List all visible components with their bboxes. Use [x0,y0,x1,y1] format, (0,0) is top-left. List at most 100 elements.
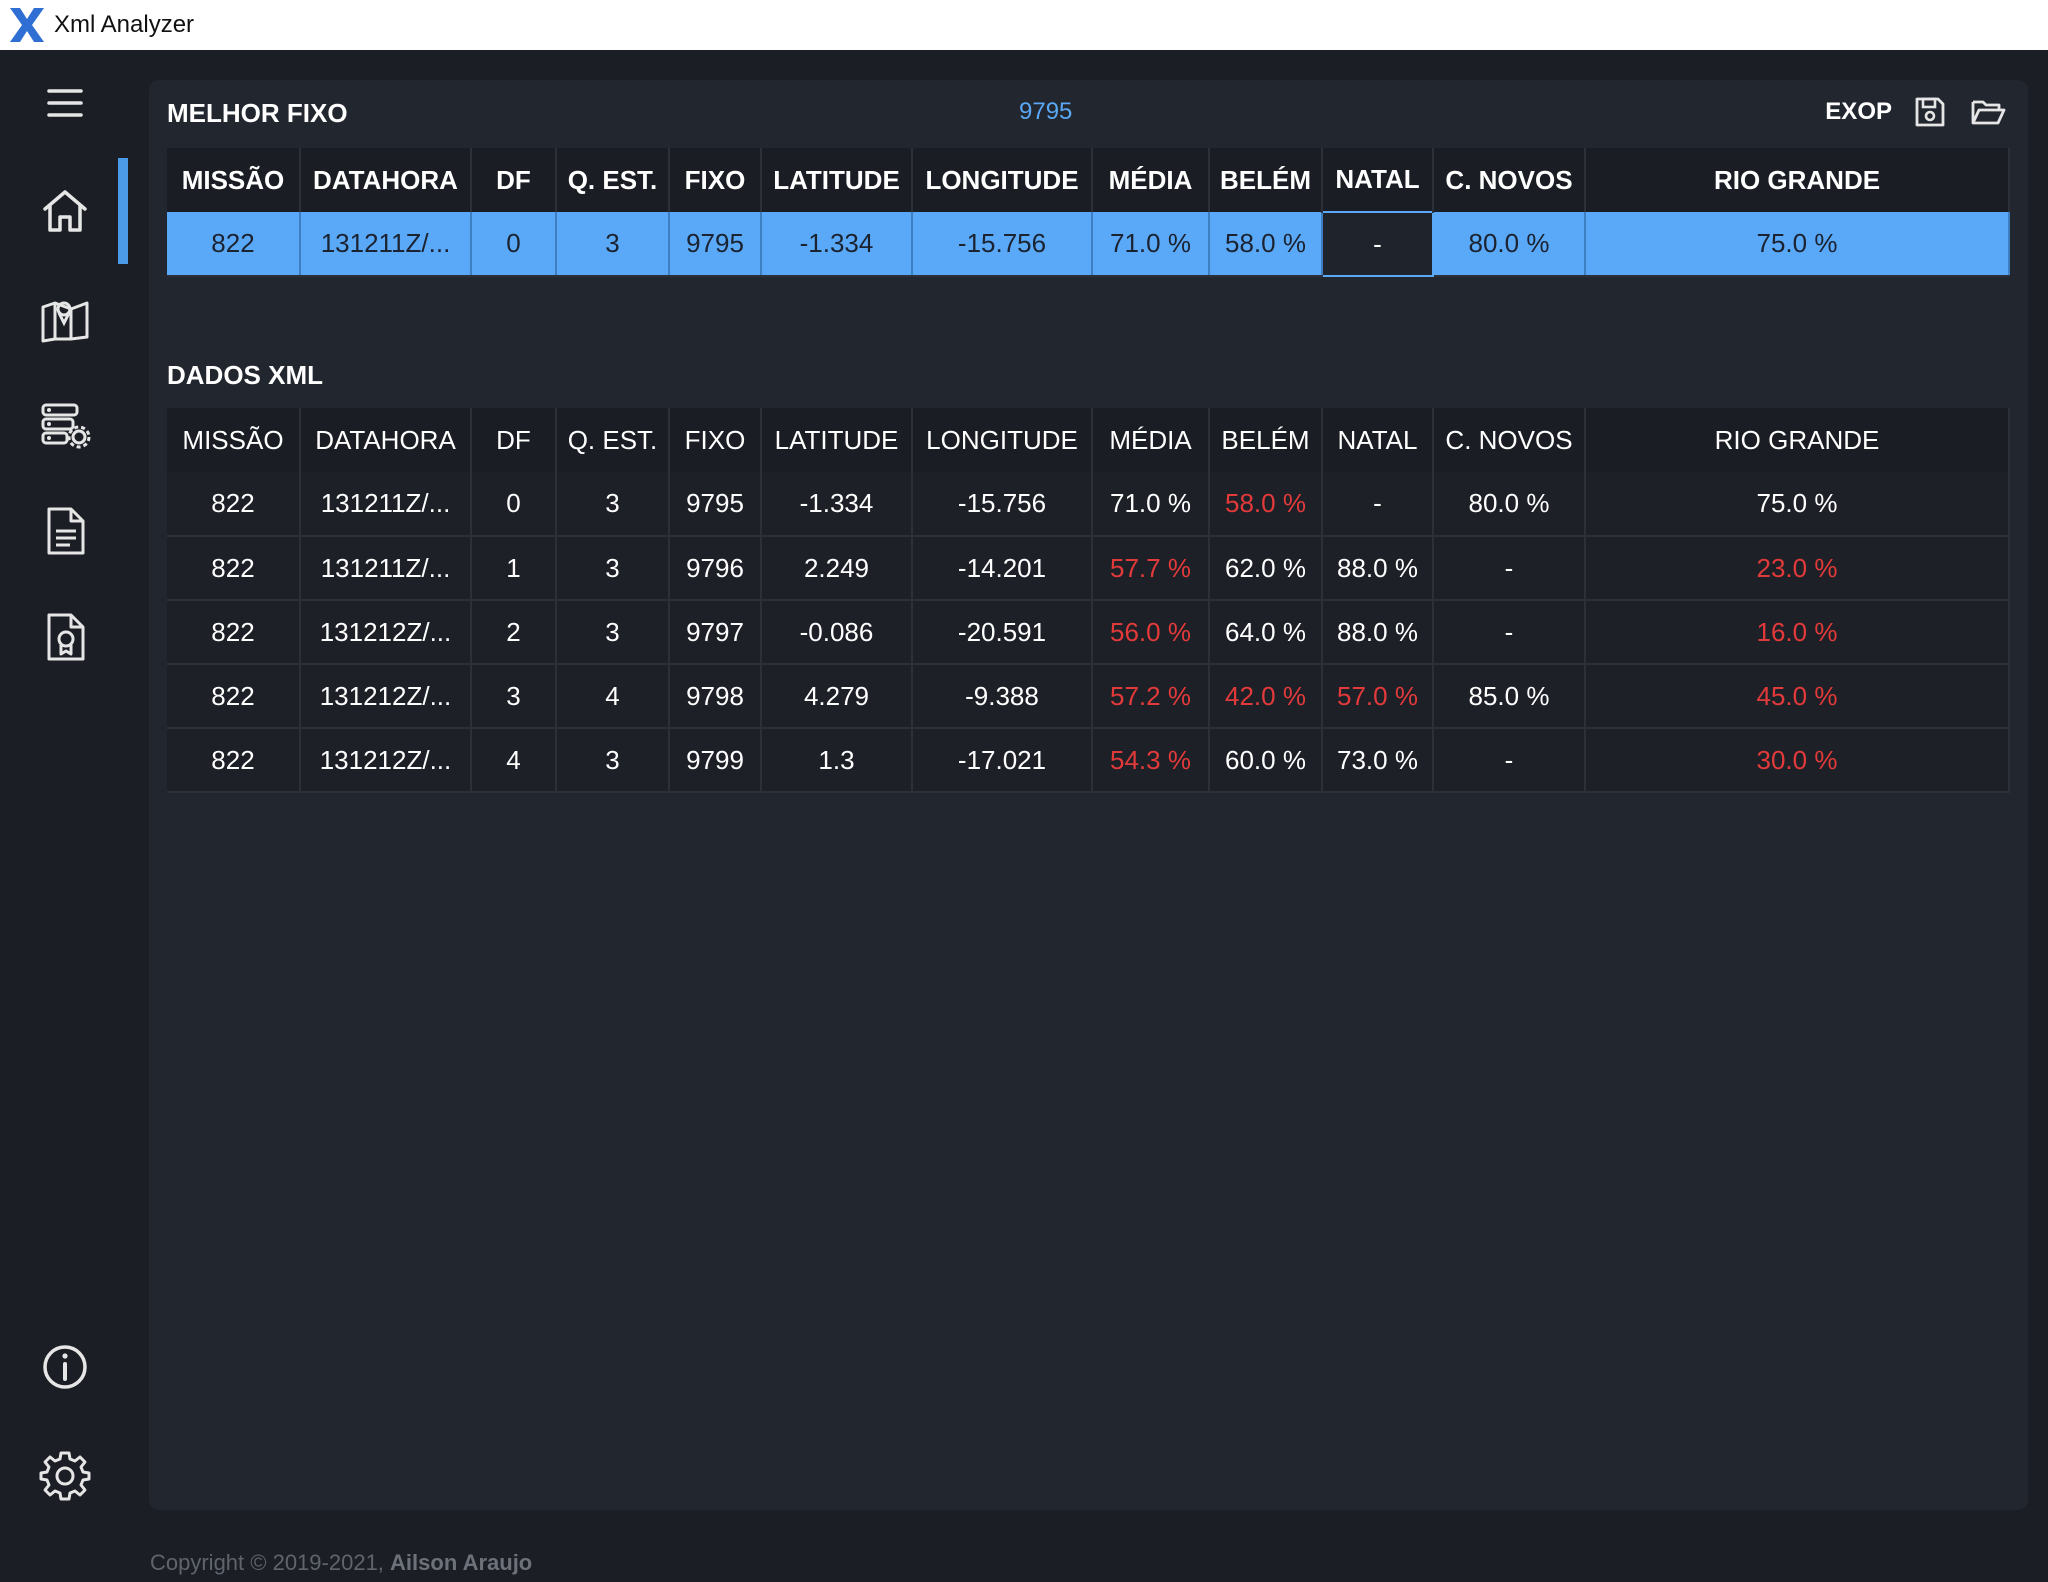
cell[interactable]: 60.0 % [1209,728,1323,793]
cell[interactable]: -1.334 [761,472,913,537]
cell[interactable]: 75.0 % [1585,212,2010,277]
col-header[interactable]: LONGITUDE [912,408,1093,472]
nav-document[interactable] [0,486,129,576]
cell[interactable]: 9798 [669,664,762,729]
best-fix-row[interactable]: 822 131211Z/... 0 3 9795 -1.334 -15.756 … [167,211,2010,277]
nav-settings[interactable] [0,1430,129,1520]
cell[interactable]: 54.3 % [1092,728,1210,793]
nav-certificate[interactable] [0,592,129,682]
cell[interactable]: 131212Z/... [300,600,472,665]
col-header[interactable]: C. NOVOS [1433,408,1586,472]
col-header[interactable]: LATITUDE [761,148,913,212]
cell[interactable]: 58.0 % [1209,212,1323,277]
cell[interactable]: 4.279 [761,664,913,729]
open-folder-button[interactable] [1968,92,2008,132]
nav-home[interactable] [0,166,129,256]
cell[interactable]: 80.0 % [1433,472,1586,537]
nav-info[interactable] [0,1322,129,1412]
cell[interactable]: -1.334 [761,212,913,277]
nav-servers[interactable] [0,380,129,470]
col-header[interactable]: NATAL [1322,148,1434,212]
cell[interactable]: 58.0 % [1209,472,1323,537]
cell[interactable]: 0 [471,472,557,537]
col-header[interactable]: BELÉM [1209,408,1323,472]
cell[interactable]: 9797 [669,600,762,665]
cell[interactable]: 57.2 % [1092,664,1210,729]
col-header[interactable]: MISSÃO [167,408,301,472]
cell[interactable]: 3 [556,600,670,665]
col-header[interactable]: Q. EST. [556,408,670,472]
cell[interactable]: -0.086 [761,600,913,665]
col-header[interactable]: RIO GRANDE [1585,408,2010,472]
menu-button[interactable] [0,58,129,148]
cell[interactable]: 131211Z/... [300,536,472,601]
cell[interactable]: 4 [556,664,670,729]
cell[interactable]: - [1433,728,1586,793]
cell[interactable]: -15.756 [912,212,1093,277]
col-header[interactable]: Q. EST. [556,148,670,212]
col-header[interactable]: FIXO [669,408,762,472]
cell[interactable]: 71.0 % [1092,212,1210,277]
cell[interactable]: -15.756 [912,472,1093,537]
cell[interactable]: -20.591 [912,600,1093,665]
cell[interactable]: 3 [556,472,670,537]
cell[interactable]: 822 [167,472,301,537]
cell[interactable]: 131211Z/... [300,472,472,537]
cell[interactable]: - [1322,472,1434,537]
col-header[interactable]: RIO GRANDE [1585,148,2010,212]
cell[interactable]: 3 [556,212,670,277]
cell[interactable]: 88.0 % [1322,600,1434,665]
col-header[interactable]: MÉDIA [1092,408,1210,472]
cell[interactable]: 73.0 % [1322,728,1434,793]
cell[interactable]: -14.201 [912,536,1093,601]
cell[interactable]: 1.3 [761,728,913,793]
cell[interactable]: 2 [471,600,557,665]
col-header[interactable]: MISSÃO [167,148,301,212]
cell[interactable]: 1 [471,536,557,601]
cell[interactable]: 57.7 % [1092,536,1210,601]
cell[interactable]: - [1433,600,1586,665]
cell[interactable]: 9799 [669,728,762,793]
cell[interactable]: 62.0 % [1209,536,1323,601]
cell[interactable]: 2.249 [761,536,913,601]
cell[interactable]: 822 [167,664,301,729]
cell[interactable]: 3 [556,536,670,601]
table-row[interactable]: 822 131212Z/... 4 3 9799 1.3 -17.021 54.3 % 60.0… [167,728,2010,793]
cell[interactable]: 9795 [669,472,762,537]
cell[interactable]: 23.0 % [1585,536,2010,601]
cell[interactable]: 57.0 % [1322,664,1434,729]
cell[interactable]: 9795 [669,212,762,277]
table-row[interactable]: 822 131211Z/... 0 3 9795 -1.334 -15.756 71.0 % 5… [167,472,2010,537]
save-button[interactable] [1910,92,1950,132]
col-header[interactable]: LONGITUDE [912,148,1093,212]
col-header[interactable]: DATAHORA [300,148,472,212]
cell[interactable]: 3 [471,664,557,729]
cell[interactable]: 45.0 % [1585,664,2010,729]
cell[interactable]: 131211Z/... [300,212,472,277]
table-row[interactable]: 822 131212Z/... 3 4 9798 4.279 -9.388 57.2 % 42.… [167,664,2010,729]
cell[interactable]: 4 [471,728,557,793]
nav-map[interactable] [0,274,129,364]
col-header[interactable]: FIXO [669,148,762,212]
table-row[interactable]: 822 131212Z/... 2 3 9797 -0.086 -20.591 56.0 % 6… [167,600,2010,665]
cell[interactable]: 3 [556,728,670,793]
cell[interactable]: 822 [167,728,301,793]
selected-cell[interactable]: - [1321,211,1434,277]
cell[interactable]: -17.021 [912,728,1093,793]
cell[interactable]: 9796 [669,536,762,601]
cell[interactable]: 131212Z/... [300,664,472,729]
cell[interactable]: 75.0 % [1585,472,2010,537]
cell[interactable]: 0 [471,212,557,277]
cell[interactable]: 80.0 % [1433,212,1586,277]
col-header[interactable]: BELÉM [1209,148,1323,212]
col-header[interactable]: C. NOVOS [1433,148,1586,212]
cell[interactable]: 822 [167,600,301,665]
col-header[interactable]: LATITUDE [761,408,913,472]
cell[interactable]: - [1433,536,1586,601]
cell[interactable]: 131212Z/... [300,728,472,793]
cell[interactable]: 16.0 % [1585,600,2010,665]
cell[interactable]: 88.0 % [1322,536,1434,601]
cell[interactable]: 42.0 % [1209,664,1323,729]
cell[interactable]: 56.0 % [1092,600,1210,665]
col-header[interactable]: NATAL [1322,408,1434,472]
